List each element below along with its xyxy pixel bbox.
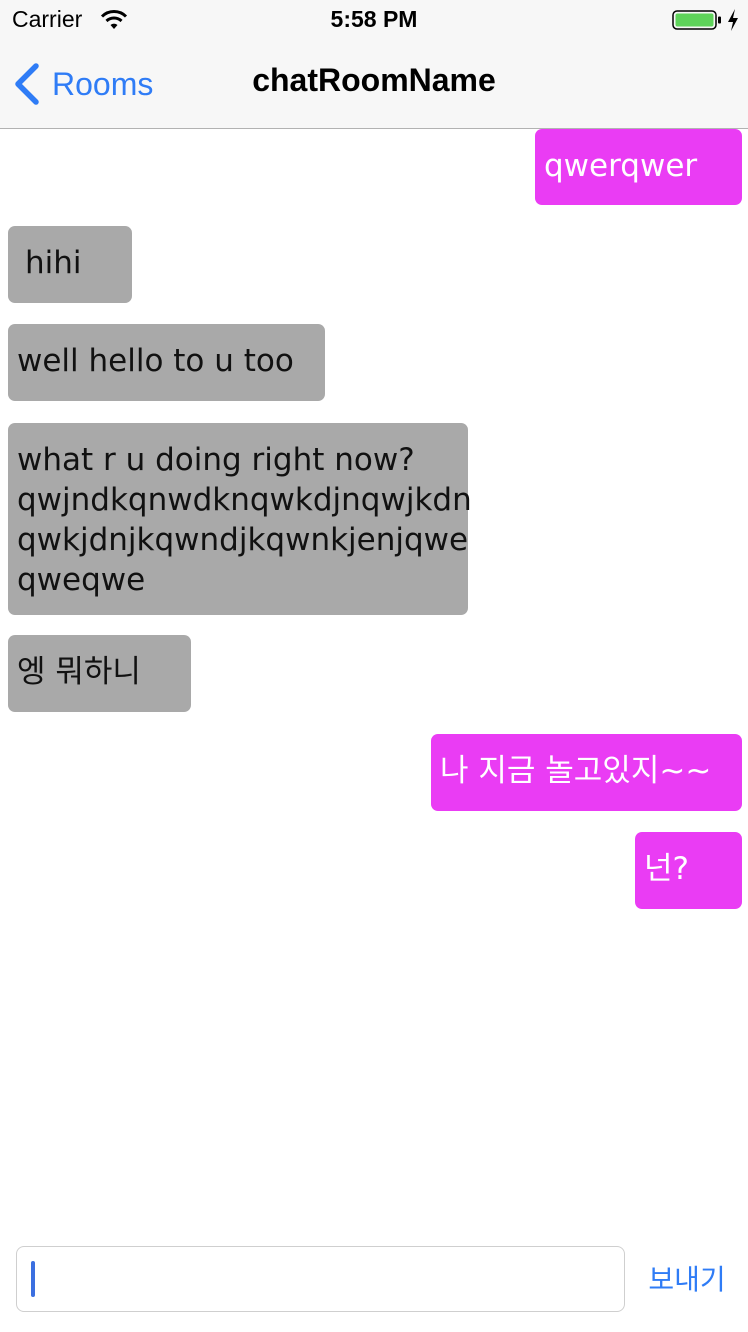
message-bubble-incoming: what r u doing right now? qwjndkqnwdknqw… xyxy=(8,423,472,615)
chat-screen: Carrier 5:58 PM Rooms chatRoomName qwerq… xyxy=(0,0,748,1332)
message-bubble-outgoing: 넌? xyxy=(635,832,742,909)
navigation-bar: Rooms chatRoomName xyxy=(0,40,748,129)
message-input[interactable] xyxy=(16,1246,625,1312)
battery-icon xyxy=(672,10,721,30)
charging-icon xyxy=(728,9,738,31)
message-bubble-outgoing: qwerqwer xyxy=(535,129,742,205)
status-bar: Carrier 5:58 PM xyxy=(0,0,748,40)
message-bubble-incoming: 엥 뭐하니 xyxy=(8,635,191,712)
send-button[interactable]: 보내기 xyxy=(642,1258,732,1302)
status-time: 5:58 PM xyxy=(330,6,418,32)
message-bubble-outgoing: 나 지금 놀고있지~~ xyxy=(431,734,742,811)
text-caret xyxy=(31,1261,35,1297)
message-bubble-incoming: hihi xyxy=(8,226,132,303)
message-bubble-incoming: well hello to u too xyxy=(8,324,325,401)
chat-room-title: chatRoomName xyxy=(252,62,496,98)
